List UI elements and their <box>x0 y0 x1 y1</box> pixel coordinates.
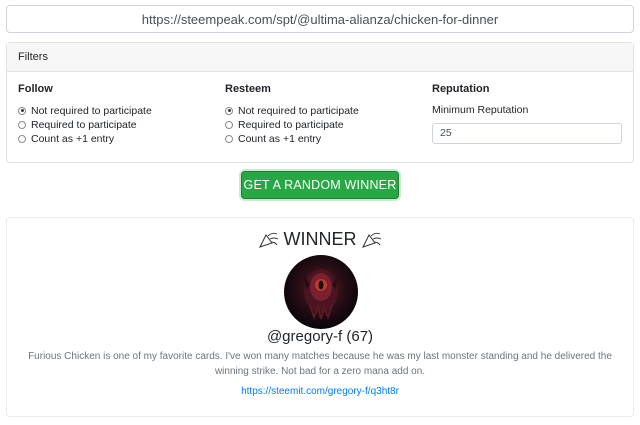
resteem-option-extra-entry[interactable]: Count as +1 entry <box>225 132 359 145</box>
radio-icon[interactable] <box>18 106 26 115</box>
follow-title: Follow <box>18 83 53 95</box>
resteem-option-label: Required to participate <box>238 118 344 131</box>
follow-option-label: Required to participate <box>31 118 137 131</box>
avatar <box>284 255 358 329</box>
resteem-title: Resteem <box>225 83 271 95</box>
follow-option-required[interactable]: Required to participate <box>18 118 152 131</box>
winner-card: WINNER @gregory-f (67) Furious Chicken i… <box>6 217 634 417</box>
winner-link[interactable]: https://steemit.com/gregory-f/q3ht8r <box>7 386 633 397</box>
radio-icon[interactable] <box>225 120 233 129</box>
follow-option-label: Count as +1 entry <box>31 132 115 145</box>
radio-icon[interactable] <box>18 134 26 143</box>
min-reputation-input[interactable]: 25 <box>432 123 622 144</box>
filters-header: Filters <box>7 43 633 72</box>
filters-panel: Filters Follow Not required to participa… <box>6 42 634 163</box>
follow-option-label: Not required to participate <box>31 104 152 117</box>
radio-icon[interactable] <box>18 120 26 129</box>
reputation-filter: Reputation Minimum Reputation 25 <box>432 83 622 144</box>
resteem-option-label: Not required to participate <box>238 104 359 117</box>
resteem-option-not-required[interactable]: Not required to participate <box>225 104 359 117</box>
winner-description: Furious Chicken is one of my favorite ca… <box>28 351 612 377</box>
reputation-title: Reputation <box>432 83 490 95</box>
resteem-filter: Resteem Not required to participate Requ… <box>225 83 359 146</box>
party-popper-icon <box>258 232 278 248</box>
follow-filter: Follow Not required to participate Requi… <box>18 83 152 146</box>
follow-option-extra-entry[interactable]: Count as +1 entry <box>18 132 152 145</box>
creature-avatar-icon <box>304 269 338 320</box>
resteem-option-required[interactable]: Required to participate <box>225 118 359 131</box>
follow-option-not-required[interactable]: Not required to participate <box>18 104 152 117</box>
get-random-winner-button[interactable]: GET A RANDOM WINNER <box>241 171 399 199</box>
radio-icon[interactable] <box>225 134 233 143</box>
winner-heading: WINNER <box>7 229 633 250</box>
resteem-option-label: Count as +1 entry <box>238 132 322 145</box>
min-reputation-label: Minimum Reputation <box>432 104 529 116</box>
winner-title: WINNER <box>283 229 357 249</box>
party-popper-icon <box>361 232 381 248</box>
winner-username: @gregory-f (67) <box>266 328 374 345</box>
radio-icon[interactable] <box>225 106 233 115</box>
url-input[interactable]: https://steempeak.com/spt/@ultima-alianz… <box>6 5 634 33</box>
